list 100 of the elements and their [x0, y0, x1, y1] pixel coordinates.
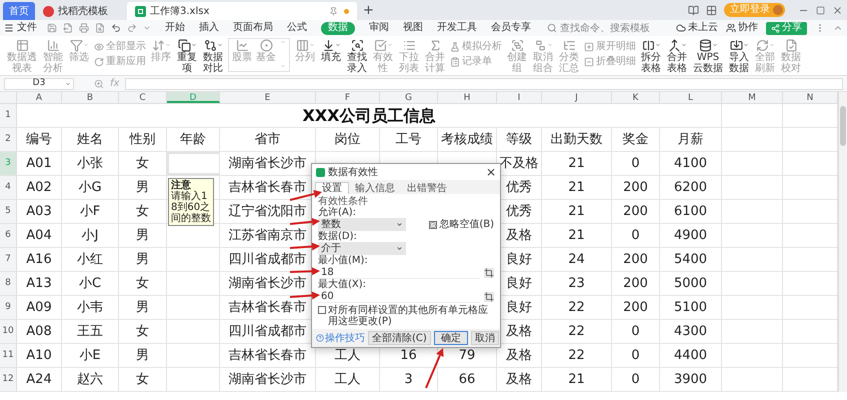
cloud-button[interactable]: 未上云 [676, 23, 718, 33]
field-label: 数据(D): [318, 231, 358, 242]
table-cell-text: 22 [568, 298, 585, 317]
caret-icon [65, 80, 71, 86]
ribbon-button[interactable]: 查找录入 [346, 38, 368, 74]
name-box[interactable]: D3 [4, 78, 74, 90]
ignore-blank-checkbox[interactable]: 忽略空值(B) [429, 219, 494, 230]
table-cell-text: A02 [26, 178, 52, 197]
row-header[interactable]: 4 [0, 176, 17, 199]
scrollbar[interactable] [838, 92, 847, 392]
row-header[interactable]: 9 [0, 296, 17, 319]
menu-tab[interactable]: 会员专享 [491, 22, 531, 34]
ribbon-button[interactable]: 数据对比 [202, 38, 224, 74]
filter-icon [70, 38, 82, 52]
check-icon [430, 220, 436, 228]
row-header[interactable]: 8 [0, 272, 17, 295]
redo-icon[interactable] [127, 23, 137, 33]
window-tab[interactable]: 工作簿3.xlsx [127, 2, 357, 20]
export-icon[interactable] [63, 23, 73, 33]
list-icon [402, 38, 416, 52]
dialog-tab[interactable]: 设置 [315, 182, 349, 194]
book-icon[interactable] [688, 4, 699, 16]
column-header[interactable]: K [612, 92, 660, 103]
dialog-tab[interactable]: 出错警告 [401, 182, 453, 194]
table-cell-text: 200 [623, 250, 648, 269]
row-header[interactable]: 10 [0, 320, 17, 343]
table-cell-text: 湖南省长沙市 [228, 274, 306, 293]
fill-down-icon [322, 38, 334, 52]
menu-tab[interactable]: 审阅 [369, 22, 389, 34]
maximize-icon[interactable] [816, 6, 825, 14]
table-cell-text: 男 [136, 226, 149, 245]
menu-tab[interactable]: 公式 [287, 22, 307, 34]
merge-icon [668, 38, 680, 52]
grid-icon[interactable] [706, 4, 717, 16]
table-cell-text: A01 [26, 154, 52, 173]
ribbon-button[interactable]: 重复项 [176, 38, 198, 74]
table-cell-text: 出勤天数 [550, 130, 602, 149]
save-icon[interactable] [47, 23, 57, 33]
window-tab[interactable]: 找稻壳模板 [35, 2, 127, 20]
preview-icon[interactable] [95, 23, 105, 33]
search-field[interactable]: 查找命令、搜索模板 [547, 22, 660, 34]
scroll-up-icon[interactable] [280, 39, 286, 45]
tips-link[interactable]: 操作技巧 [316, 332, 365, 344]
column-header[interactable]: G [380, 92, 438, 103]
range-picker-icon[interactable] [484, 268, 494, 278]
row-header[interactable]: 1 [0, 104, 17, 127]
table-cell-text: 22 [568, 346, 585, 365]
zoom-icon[interactable] [94, 78, 104, 88]
menu-tab[interactable]: 开始 [165, 22, 185, 34]
column-header[interactable]: I [497, 92, 542, 103]
table-icon [16, 38, 28, 52]
row-header[interactable]: 6 [0, 224, 17, 247]
ribbon-button[interactable]: 填充 [320, 38, 342, 63]
dialog-tab[interactable]: 输入信息 [349, 182, 401, 194]
column-header[interactable]: H [438, 92, 497, 103]
ribbon-button[interactable]: 拆分表格 [640, 38, 662, 74]
column-header[interactable]: M [722, 92, 783, 103]
pin-icon[interactable] [329, 6, 338, 16]
row-header[interactable]: 5 [0, 200, 17, 223]
row-header[interactable]: 2 [0, 128, 17, 151]
file-menu[interactable]: 文件 [4, 23, 37, 33]
active-cell[interactable] [167, 152, 220, 175]
menu-tab[interactable]: 插入 [199, 22, 219, 34]
close-icon[interactable] [832, 4, 843, 16]
collab-button[interactable]: 协作 [726, 23, 758, 33]
ribbon-button[interactable]: WPS云数据 [692, 38, 724, 74]
formula-field[interactable] [125, 78, 843, 90]
data-dropdown[interactable]: 介于 [318, 242, 406, 255]
column-header[interactable]: B [62, 92, 119, 103]
caret-icon[interactable] [143, 24, 151, 32]
menu-tab[interactable]: 开发工具 [437, 22, 477, 34]
table-cell-text: 4400 [674, 346, 708, 365]
min-field[interactable]: 18 [318, 266, 480, 279]
row-header[interactable]: 7 [0, 248, 17, 271]
column-header[interactable]: J [542, 92, 612, 103]
column-header[interactable]: F [316, 92, 380, 103]
column-header[interactable]: A [17, 92, 62, 103]
ribbon-button[interactable]: 合并表格 [666, 38, 688, 74]
dialog-button[interactable]: 确定 [434, 331, 468, 345]
max-field[interactable]: 60 [318, 290, 480, 303]
undo-icon[interactable] [111, 23, 121, 33]
window-tab[interactable]: 首页 [3, 2, 35, 20]
menu-tab[interactable]: 视图 [403, 22, 423, 34]
row-header[interactable]: 11 [0, 344, 17, 367]
column-header[interactable]: L [660, 92, 722, 103]
new-tab-button[interactable]: + [363, 4, 374, 16]
column-header[interactable]: E [220, 92, 316, 103]
dialog-button[interactable]: 全部清除(C) [368, 331, 431, 345]
apply-all-checkbox[interactable]: 对所有同样设置的其他所有单元格应用这些更改(P) [318, 305, 494, 327]
row-header[interactable]: 12 [0, 368, 17, 391]
allow-dropdown[interactable]: 整数 [318, 218, 406, 231]
print-icon[interactable] [79, 23, 89, 33]
ribbon-button[interactable]: 导入数据 [728, 38, 750, 74]
dialog-button[interactable]: 取消 [470, 331, 499, 345]
close-button[interactable]: × [486, 166, 496, 178]
scroll-down-icon[interactable] [280, 63, 286, 69]
menu-tab[interactable]: 页面布局 [233, 22, 273, 34]
table-cell-text: 4100 [674, 154, 708, 173]
table-cell-text: 女 [136, 202, 149, 221]
range-picker-icon[interactable] [484, 292, 494, 302]
